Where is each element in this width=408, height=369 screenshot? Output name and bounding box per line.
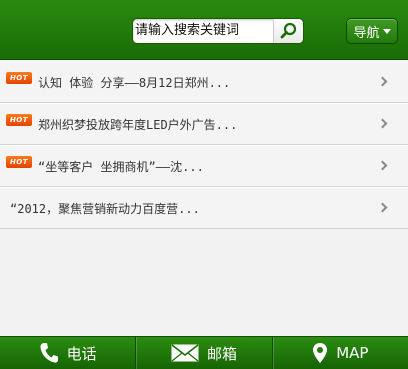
phone-icon [40,343,58,363]
phone-button[interactable]: 电话 [0,337,135,369]
news-list: HOT 认知 体验 分享——8月12日郑州... HOT 郑州织梦投放跨年度LE… [0,61,408,229]
footer-bar: 电话 邮箱 MAP [0,336,408,369]
hot-badge-icon: HOT [6,72,32,84]
search-input[interactable] [133,19,273,43]
header-bar: 导航 [0,0,408,60]
caret-down-icon [382,28,391,34]
list-item-title: “2012，聚焦营销新动力百度营... [10,202,200,216]
nav-menu-button[interactable]: 导航 [346,18,398,44]
search-box [132,18,304,44]
list-item[interactable]: HOT 认知 体验 分享——8月12日郑州... [0,61,408,103]
map-button[interactable]: MAP [271,337,408,369]
mail-icon [171,344,199,362]
nav-label: 导航 [353,25,380,41]
search-button[interactable] [273,19,303,43]
mail-button[interactable]: 邮箱 [135,337,271,369]
hot-badge-icon: HOT [6,114,32,126]
list-item[interactable]: HOT “坐等客户 坐拥商机”——沈... [0,145,408,187]
list-item-title: 郑州织梦投放跨年度LED户外广告... [38,118,238,132]
search-icon [280,22,296,39]
list-item-title: “坐等客户 坐拥商机”——沈... [38,160,204,174]
map-pin-icon [313,343,328,363]
hot-badge-icon: HOT [6,156,32,168]
list-item[interactable]: HOT 郑州织梦投放跨年度LED户外广告... [0,103,408,145]
chevron-right-icon [377,118,388,129]
mail-label: 邮箱 [206,344,237,363]
chevron-right-icon [377,76,388,87]
list-item-title: 认知 体验 分享——8月12日郑州... [38,76,231,90]
list-item[interactable]: “2012，聚焦营销新动力百度营... [0,187,408,229]
phone-label: 电话 [66,344,97,363]
map-label: MAP [336,344,369,362]
chevron-right-icon [377,160,388,171]
chevron-right-icon [377,202,388,213]
